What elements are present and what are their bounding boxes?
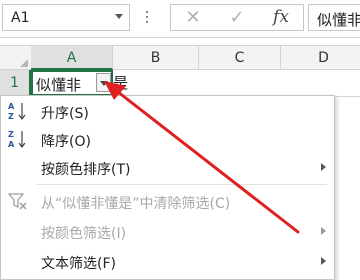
column-header-c[interactable]: C	[199, 46, 281, 70]
cancel-button[interactable]: ✕	[173, 5, 213, 30]
svg-text:A: A	[8, 102, 15, 111]
formula-buttons: ✕ ✓ fx	[170, 4, 304, 31]
submenu-arrow-icon	[321, 227, 326, 235]
menu-item-clear-filter: 从“似懂非懂是”中清除筛选(C)	[1, 188, 334, 214]
name-box-dropdown-icon[interactable]	[115, 14, 123, 19]
sort-ascending-icon: A Z	[8, 102, 26, 121]
menu-item-label: 按颜色筛选(I)	[41, 226, 127, 242]
menu-item-label: 从“似懂非懂是”中清除筛选(C)	[41, 196, 231, 212]
cell-overflow-text: 是	[113, 74, 129, 92]
insert-function-button[interactable]: fx	[261, 5, 301, 30]
svg-text:Z: Z	[8, 112, 14, 121]
svg-text:A: A	[8, 140, 15, 149]
submenu-arrow-icon	[321, 163, 326, 171]
menu-item-filter-by-color: 按颜色筛选(I)	[1, 218, 334, 244]
filter-menu: A Z 升序(S) Z A 降序(O) 按颜色排序(T) 从“似懂非懂是”中清除…	[0, 95, 335, 280]
column-header-a[interactable]: A	[31, 46, 113, 70]
table-row: 1 似懂非	[0, 70, 360, 97]
enter-button[interactable]: ✓	[217, 5, 257, 30]
column-header-d[interactable]: D	[281, 46, 360, 70]
formula-bar-row: A1 ✕ ✓ fx 似懂非	[0, 0, 360, 38]
row-header-1[interactable]: 1	[0, 70, 31, 96]
column-header-b[interactable]: B	[113, 46, 199, 70]
menu-item-label: 升序(S)	[41, 106, 89, 122]
menu-item-label: 降序(O)	[41, 134, 91, 150]
menu-item-sort-ascending[interactable]: A Z 升序(S)	[1, 98, 334, 124]
menu-item-sort-descending[interactable]: Z A 降序(O)	[1, 126, 334, 152]
name-box[interactable]: A1	[2, 4, 130, 31]
menu-item-sort-by-color[interactable]: 按颜色排序(T)	[1, 154, 334, 180]
name-box-value: A1	[11, 10, 30, 26]
clear-filter-icon	[7, 193, 27, 210]
svg-text:Z: Z	[8, 130, 14, 139]
submenu-arrow-icon	[321, 257, 326, 265]
formula-bar-grip-icon[interactable]	[146, 11, 148, 25]
column-header-row: A B C D	[0, 45, 360, 70]
chevron-down-icon	[100, 81, 108, 86]
menu-item-label: 按颜色排序(T)	[41, 162, 131, 178]
formula-input-text: 似懂非	[317, 11, 360, 29]
select-all-triangle-icon	[20, 59, 28, 67]
filter-dropdown-button[interactable]	[96, 73, 111, 92]
formula-input[interactable]: 似懂非	[308, 4, 360, 31]
menu-separator	[37, 184, 327, 185]
menu-item-text-filter[interactable]: 文本筛选(F)	[1, 248, 334, 274]
cell-a1-text: 似懂非	[36, 76, 82, 94]
sort-descending-icon: Z A	[8, 130, 26, 149]
menu-item-label: 文本筛选(F)	[41, 256, 116, 272]
select-all-button[interactable]	[0, 46, 32, 70]
